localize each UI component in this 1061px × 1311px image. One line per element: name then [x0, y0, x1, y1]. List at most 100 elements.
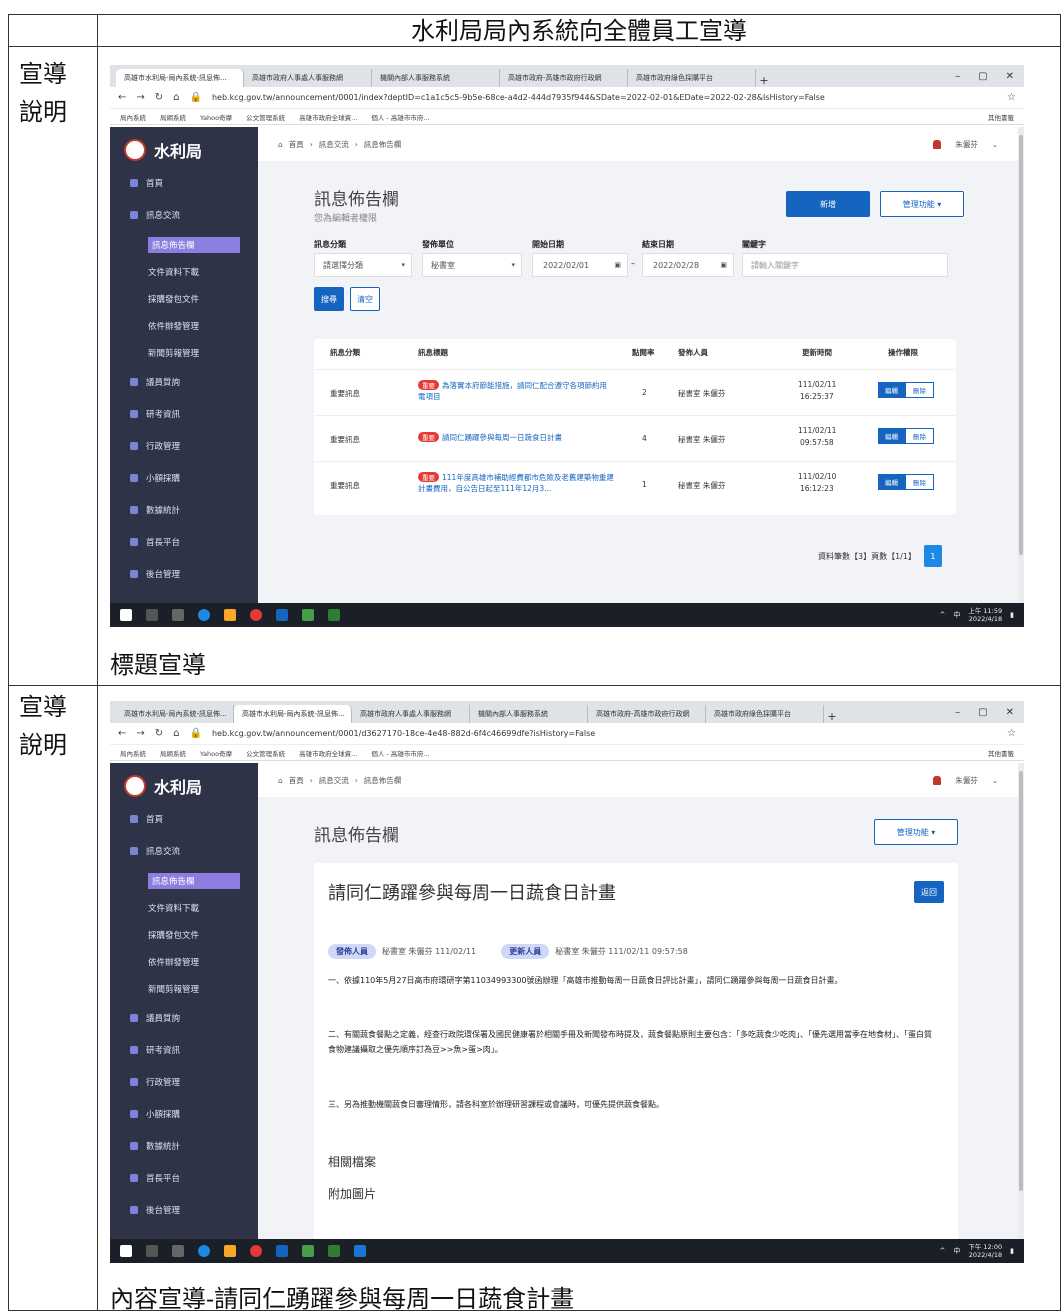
logo[interactable]: 水利局	[110, 133, 258, 167]
minimize-icon[interactable]: –	[955, 707, 960, 718]
close-icon[interactable]: ✕	[1006, 71, 1014, 82]
sidebar-item-stats[interactable]: 數據統計	[110, 494, 258, 526]
windows-start-icon[interactable]	[120, 609, 132, 621]
word-icon[interactable]	[354, 1245, 366, 1257]
task-view-icon[interactable]	[172, 609, 184, 621]
edge-icon[interactable]	[198, 609, 210, 621]
notification-icon[interactable]: ▮	[1010, 611, 1014, 619]
browser-tab[interactable]: 高雄市水利局-局內系統-訊息佈...	[116, 69, 244, 87]
bookmark[interactable]: 局內系統	[120, 748, 146, 758]
bookmark[interactable]: 高雄市政府全球資...	[299, 112, 357, 122]
bookmark[interactable]: 局內系統	[120, 112, 146, 122]
line-icon[interactable]	[302, 1245, 314, 1257]
windows-start-icon[interactable]	[120, 1245, 132, 1257]
home-icon[interactable]: ⌂	[173, 92, 179, 103]
sidebar-item-research[interactable]: 研考資訊	[110, 1034, 258, 1066]
sidebar-item-stats[interactable]: 數據統計	[110, 1130, 258, 1162]
bookmark[interactable]: Yahoo奇摩	[200, 112, 232, 122]
chevron-up-icon[interactable]: ^	[939, 611, 945, 619]
home-icon[interactable]: ⌂	[278, 776, 283, 785]
new-tab-icon[interactable]: +	[824, 710, 840, 723]
ime-indicator[interactable]: 中	[953, 610, 960, 620]
bookmark[interactable]: 個人 - 高雄市市府...	[371, 112, 429, 122]
ie-icon[interactable]	[276, 1245, 288, 1257]
task-view-icon[interactable]	[172, 1245, 184, 1257]
url-input[interactable]: heb.kcg.gov.tw/announcement/0001/index?d…	[212, 93, 997, 102]
keyword-input[interactable]: 請輸入關鍵字	[742, 253, 948, 277]
back-icon[interactable]: ←	[118, 92, 126, 103]
forward-icon[interactable]: →	[136, 728, 144, 739]
manage-button[interactable]: 管理功能 ▾	[880, 191, 964, 217]
sidebar-item-news-clips[interactable]: 新聞剪報管理	[110, 339, 258, 366]
ime-indicator[interactable]: 中	[953, 1246, 960, 1256]
excel-icon[interactable]	[328, 1245, 340, 1257]
scrollbar-thumb[interactable]	[1019, 135, 1023, 555]
sidebar-item-backend[interactable]: 後台管理	[110, 558, 258, 590]
sidebar-item-home[interactable]: 首頁	[110, 803, 258, 835]
home-icon[interactable]: ⌂	[278, 140, 283, 149]
sidebar-item-bulletin[interactable]: 訊息佈告欄	[110, 867, 258, 894]
browser-tab[interactable]: 高雄市政府人事處人事服務網	[352, 705, 470, 723]
page-button[interactable]: 1	[923, 545, 942, 567]
browser-tab[interactable]: 高雄市政府綠色採購平台	[706, 705, 824, 723]
sidebar-item-case-mgmt[interactable]: 依件辦發管理	[110, 312, 258, 339]
minimize-icon[interactable]: –	[955, 71, 960, 82]
delete-button[interactable]: 刪除	[905, 382, 934, 398]
delete-button[interactable]: 刪除	[905, 428, 934, 444]
sidebar-item-research[interactable]: 研考資訊	[110, 398, 258, 430]
manage-button[interactable]: 管理功能 ▾	[874, 819, 958, 845]
sidebar-item-news-clips[interactable]: 新聞剪報管理	[110, 975, 258, 1002]
clock[interactable]: 上午 11:59 2022/4/18	[968, 607, 1002, 623]
bookmark[interactable]: 個人 - 高雄市市府...	[371, 748, 429, 758]
chrome-icon[interactable]	[250, 609, 262, 621]
bookmark[interactable]: 局網系統	[160, 112, 186, 122]
clock[interactable]: 下午 12:00 2022/4/18	[968, 1243, 1002, 1259]
bookmark[interactable]: 公文管理系統	[246, 112, 285, 122]
bell-icon[interactable]	[933, 775, 942, 785]
sidebar-item-chief[interactable]: 首長平台	[110, 526, 258, 558]
bookmark[interactable]: 高雄市政府全球資...	[299, 748, 357, 758]
browser-tab[interactable]: 高雄市水利局-局內系統-訊息佈...	[116, 705, 234, 723]
new-button[interactable]: 新增	[786, 191, 870, 217]
message-title-link[interactable]: 重要 111年度高雄市補助經費都市危險及老舊建築物重建計畫費用，自公告日起至111…	[418, 472, 614, 494]
sidebar-item-council[interactable]: 議員質詢	[110, 366, 258, 398]
new-tab-icon[interactable]: +	[756, 74, 772, 87]
breadcrumb-item[interactable]: 首頁	[289, 139, 304, 150]
sidebar-item-backend[interactable]: 後台管理	[110, 1194, 258, 1226]
star-icon[interactable]: ☆	[1007, 92, 1016, 103]
ie-icon[interactable]	[276, 609, 288, 621]
delete-button[interactable]: 刪除	[905, 474, 934, 490]
close-icon[interactable]: ✕	[1006, 707, 1014, 718]
url-input[interactable]: heb.kcg.gov.tw/announcement/0001/d362717…	[212, 729, 997, 738]
message-title-link[interactable]: 重要 為落實本府節能措施，請同仁配合遵守各項節約用電項目	[418, 380, 614, 402]
sidebar-item-bulletin[interactable]: 訊息佈告欄	[110, 231, 258, 258]
bell-icon[interactable]	[933, 139, 942, 149]
line-icon[interactable]	[302, 609, 314, 621]
edit-button[interactable]: 編輯	[878, 428, 905, 444]
browser-tab[interactable]: 高雄市政府-高雄市政府行政網	[588, 705, 706, 723]
bookmark[interactable]: Yahoo奇摩	[200, 748, 232, 758]
sidebar-item-admin[interactable]: 行政管理	[110, 1066, 258, 1098]
browser-tab[interactable]: 高雄市政府綠色採購平台	[628, 69, 756, 87]
excel-icon[interactable]	[328, 609, 340, 621]
forward-icon[interactable]: →	[136, 92, 144, 103]
sidebar-item-small-procurement[interactable]: 小額採購	[110, 462, 258, 494]
chevron-up-icon[interactable]: ^	[939, 1247, 945, 1255]
end-date-input[interactable]: 2022/02/28 ▣	[642, 253, 734, 277]
calendar-icon[interactable]: ▣	[720, 261, 727, 269]
bookmark[interactable]: 局網系統	[160, 748, 186, 758]
reload-icon[interactable]: ↻	[155, 92, 163, 103]
browser-tab[interactable]: 機關內部人事服務系統	[372, 69, 500, 87]
file-explorer-icon[interactable]	[224, 609, 236, 621]
sidebar-item-home[interactable]: 首頁	[110, 167, 258, 199]
browser-tab[interactable]: 高雄市政府人事處人事服務網	[244, 69, 372, 87]
category-select[interactable]: 請選擇分類 ▾	[314, 253, 412, 277]
search-icon[interactable]	[146, 609, 158, 621]
maximize-icon[interactable]: ▢	[978, 707, 987, 718]
sidebar-item-downloads[interactable]: 文件資料下載	[110, 894, 258, 921]
calendar-icon[interactable]: ▣	[614, 261, 621, 269]
sidebar-item-procurement-docs[interactable]: 採購發包文件	[110, 285, 258, 312]
edge-icon[interactable]	[198, 1245, 210, 1257]
breadcrumb-item[interactable]: 首頁	[289, 775, 304, 786]
clear-button[interactable]: 清空	[350, 287, 380, 311]
